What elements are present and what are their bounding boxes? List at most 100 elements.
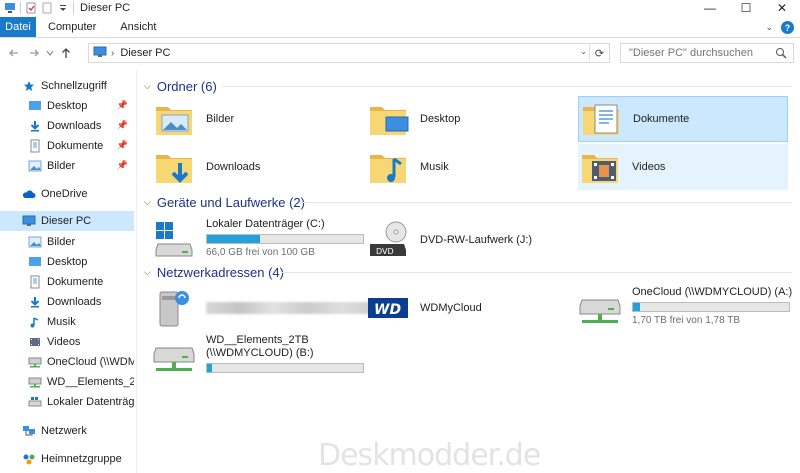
drive-tile-c[interactable]: Lokaler Datenträger (C:) 66,0 GB frei vo… xyxy=(152,218,364,262)
desktop-folder-icon xyxy=(28,255,42,269)
ribbon-tabs: Datei Computer Ansicht ⌄ ? xyxy=(0,17,800,38)
folder-tile-documents[interactable]: Dokumente xyxy=(578,96,788,142)
group-header-folders[interactable]: ⌵ Ordner (6) xyxy=(144,77,217,95)
drive-tile-dvd[interactable]: DVD DVD-RW-Laufwerk (J:) xyxy=(366,218,532,262)
tab-datei[interactable]: Datei xyxy=(0,17,36,37)
pin-icon[interactable]: 📌 xyxy=(117,100,128,111)
address-history-dropdown-icon[interactable]: ⌄ xyxy=(580,47,587,56)
close-button[interactable]: ✕ xyxy=(764,0,800,16)
network-tile-wd-elements[interactable]: WD__Elements_2TB (\\WDMYCLOUD) (B:) xyxy=(152,334,364,378)
pin-icon[interactable]: 📌 xyxy=(117,120,128,131)
chevron-down-icon: ⌵ xyxy=(144,80,151,91)
forward-button[interactable] xyxy=(24,43,44,63)
quick-access-toolbar xyxy=(0,0,74,16)
customize-dropdown-icon[interactable] xyxy=(57,2,69,14)
drive-label: DVD-RW-Laufwerk (J:) xyxy=(420,233,533,246)
maximize-button[interactable]: ☐ xyxy=(728,0,764,16)
network-tile-share[interactable] xyxy=(152,286,374,330)
blurred-share-name xyxy=(206,302,374,314)
network-tile-wdmycloud[interactable]: WD WDMyCloud xyxy=(366,286,482,330)
breadcrumb-separator: › xyxy=(111,47,115,59)
nav-item-label: Videos xyxy=(47,336,81,348)
folder-tile-pictures[interactable]: Bilder xyxy=(152,96,352,142)
nav-item-label: Bilder xyxy=(47,236,76,248)
nav-item-label: Lokaler Datenträger xyxy=(47,396,134,408)
nav-item-wd-elements[interactable]: WD__Elements_2TB xyxy=(0,372,134,392)
tab-computer[interactable]: Computer xyxy=(36,17,108,37)
nav-item-music[interactable]: Musik xyxy=(0,312,134,332)
separator xyxy=(73,2,74,14)
nav-item-pictures-pc[interactable]: Bilder xyxy=(0,232,134,252)
search-icon xyxy=(775,47,787,62)
pin-icon[interactable]: 📌 xyxy=(117,140,128,151)
nav-item-label: Downloads xyxy=(47,296,102,308)
minimize-button[interactable]: — xyxy=(692,0,728,16)
drive-label: Lokaler Datenträger (C:) xyxy=(206,218,325,230)
content-pane: ⌵ Ordner (6) Bilder Desktop Dokumente Do… xyxy=(138,70,800,473)
nav-item-label: Desktop xyxy=(47,256,88,268)
group-header-devices[interactable]: ⌵ Geräte und Laufwerke (2) xyxy=(144,193,305,211)
nav-item-label: Musik xyxy=(47,316,76,328)
recent-locations-button[interactable] xyxy=(44,43,56,63)
group-header-network[interactable]: ⌵ Netzwerkadressen (4) xyxy=(144,263,284,281)
nav-item-homegroup[interactable]: Heimnetzgruppe xyxy=(0,449,134,469)
nav-item-downloads[interactable]: Downloads 📌 xyxy=(0,116,134,136)
nav-item-documents-pc[interactable]: Dokumente xyxy=(0,272,134,292)
capacity-bar xyxy=(206,363,364,373)
folder-tile-downloads[interactable]: Downloads xyxy=(152,144,352,190)
new-folder-icon[interactable] xyxy=(41,2,53,14)
nav-item-label: Dieser PC xyxy=(41,215,92,227)
nav-item-pictures[interactable]: Bilder 📌 xyxy=(0,156,134,176)
folder-tile-music[interactable]: Musik xyxy=(366,144,566,190)
search-box[interactable] xyxy=(620,43,794,63)
nav-item-network[interactable]: Netzwerk xyxy=(0,421,134,441)
pane-splitter[interactable] xyxy=(136,70,137,473)
nav-item-videos[interactable]: Videos xyxy=(0,332,134,352)
nav-item-onecloud[interactable]: OneCloud (\\WDM xyxy=(0,352,134,372)
address-bar[interactable]: › Dieser PC ⌄ ⟳ xyxy=(88,43,610,63)
download-icon xyxy=(28,119,42,133)
folder-label: Bilder xyxy=(206,113,235,125)
network-share-icon xyxy=(152,286,196,330)
help-icon[interactable]: ? xyxy=(781,21,794,34)
nav-item-onedrive[interactable]: OneDrive xyxy=(0,184,134,204)
nav-item-desktop[interactable]: Desktop 📌 xyxy=(0,96,134,116)
computer-icon xyxy=(22,214,36,228)
network-tile-onecloud[interactable]: OneCloud (\\WDMYCLOUD) (A:) 1,70 TB frei… xyxy=(578,286,792,330)
chevron-down-icon[interactable]: ⌄ xyxy=(765,22,773,33)
navigation-bar: › Dieser PC ⌄ ⟳ xyxy=(0,40,800,66)
refresh-icon[interactable]: ⟳ xyxy=(589,44,609,62)
group-divider xyxy=(222,86,792,87)
folder-tile-desktop[interactable]: Desktop xyxy=(366,96,566,142)
nav-item-documents[interactable]: Dokumente 📌 xyxy=(0,136,134,156)
nav-item-downloads-pc[interactable]: Downloads xyxy=(0,292,134,312)
properties-icon[interactable] xyxy=(25,2,37,14)
documents-folder-icon xyxy=(579,97,623,141)
pin-icon[interactable]: 📌 xyxy=(117,160,128,171)
search-input[interactable] xyxy=(629,47,779,59)
up-button[interactable] xyxy=(56,43,76,63)
window-title: Dieser PC xyxy=(80,2,131,14)
nav-item-local-disk[interactable]: Lokaler Datenträger xyxy=(0,392,134,412)
folder-tile-videos[interactable]: Videos xyxy=(578,144,788,190)
back-button[interactable] xyxy=(4,43,24,63)
pictures-icon xyxy=(28,159,42,173)
nav-item-quick-access[interactable]: Schnellzugriff xyxy=(0,76,134,96)
capacity-fill xyxy=(633,303,640,311)
window-controls: — ☐ ✕ xyxy=(692,0,800,16)
nav-item-this-pc[interactable]: Dieser PC xyxy=(0,211,134,231)
drive-label-line2: (\\WDMYCLOUD) (B:) xyxy=(206,347,314,359)
svg-text:DVD: DVD xyxy=(376,247,394,256)
svg-text:WD: WD xyxy=(374,302,401,318)
nav-item-desktop-pc[interactable]: Desktop xyxy=(0,252,134,272)
dvd-drive-icon: DVD xyxy=(366,218,410,262)
windows-drive-icon xyxy=(152,218,196,262)
breadcrumb[interactable]: Dieser PC xyxy=(120,47,170,59)
folder-label: Musik xyxy=(420,161,449,173)
tab-ansicht[interactable]: Ansicht xyxy=(108,17,168,37)
music-folder-icon xyxy=(366,145,410,189)
nav-item-label: OneDrive xyxy=(41,188,88,200)
title-bar: Dieser PC — ☐ ✕ xyxy=(0,0,800,16)
computer-icon[interactable] xyxy=(4,2,16,14)
cloud-icon xyxy=(22,187,36,201)
